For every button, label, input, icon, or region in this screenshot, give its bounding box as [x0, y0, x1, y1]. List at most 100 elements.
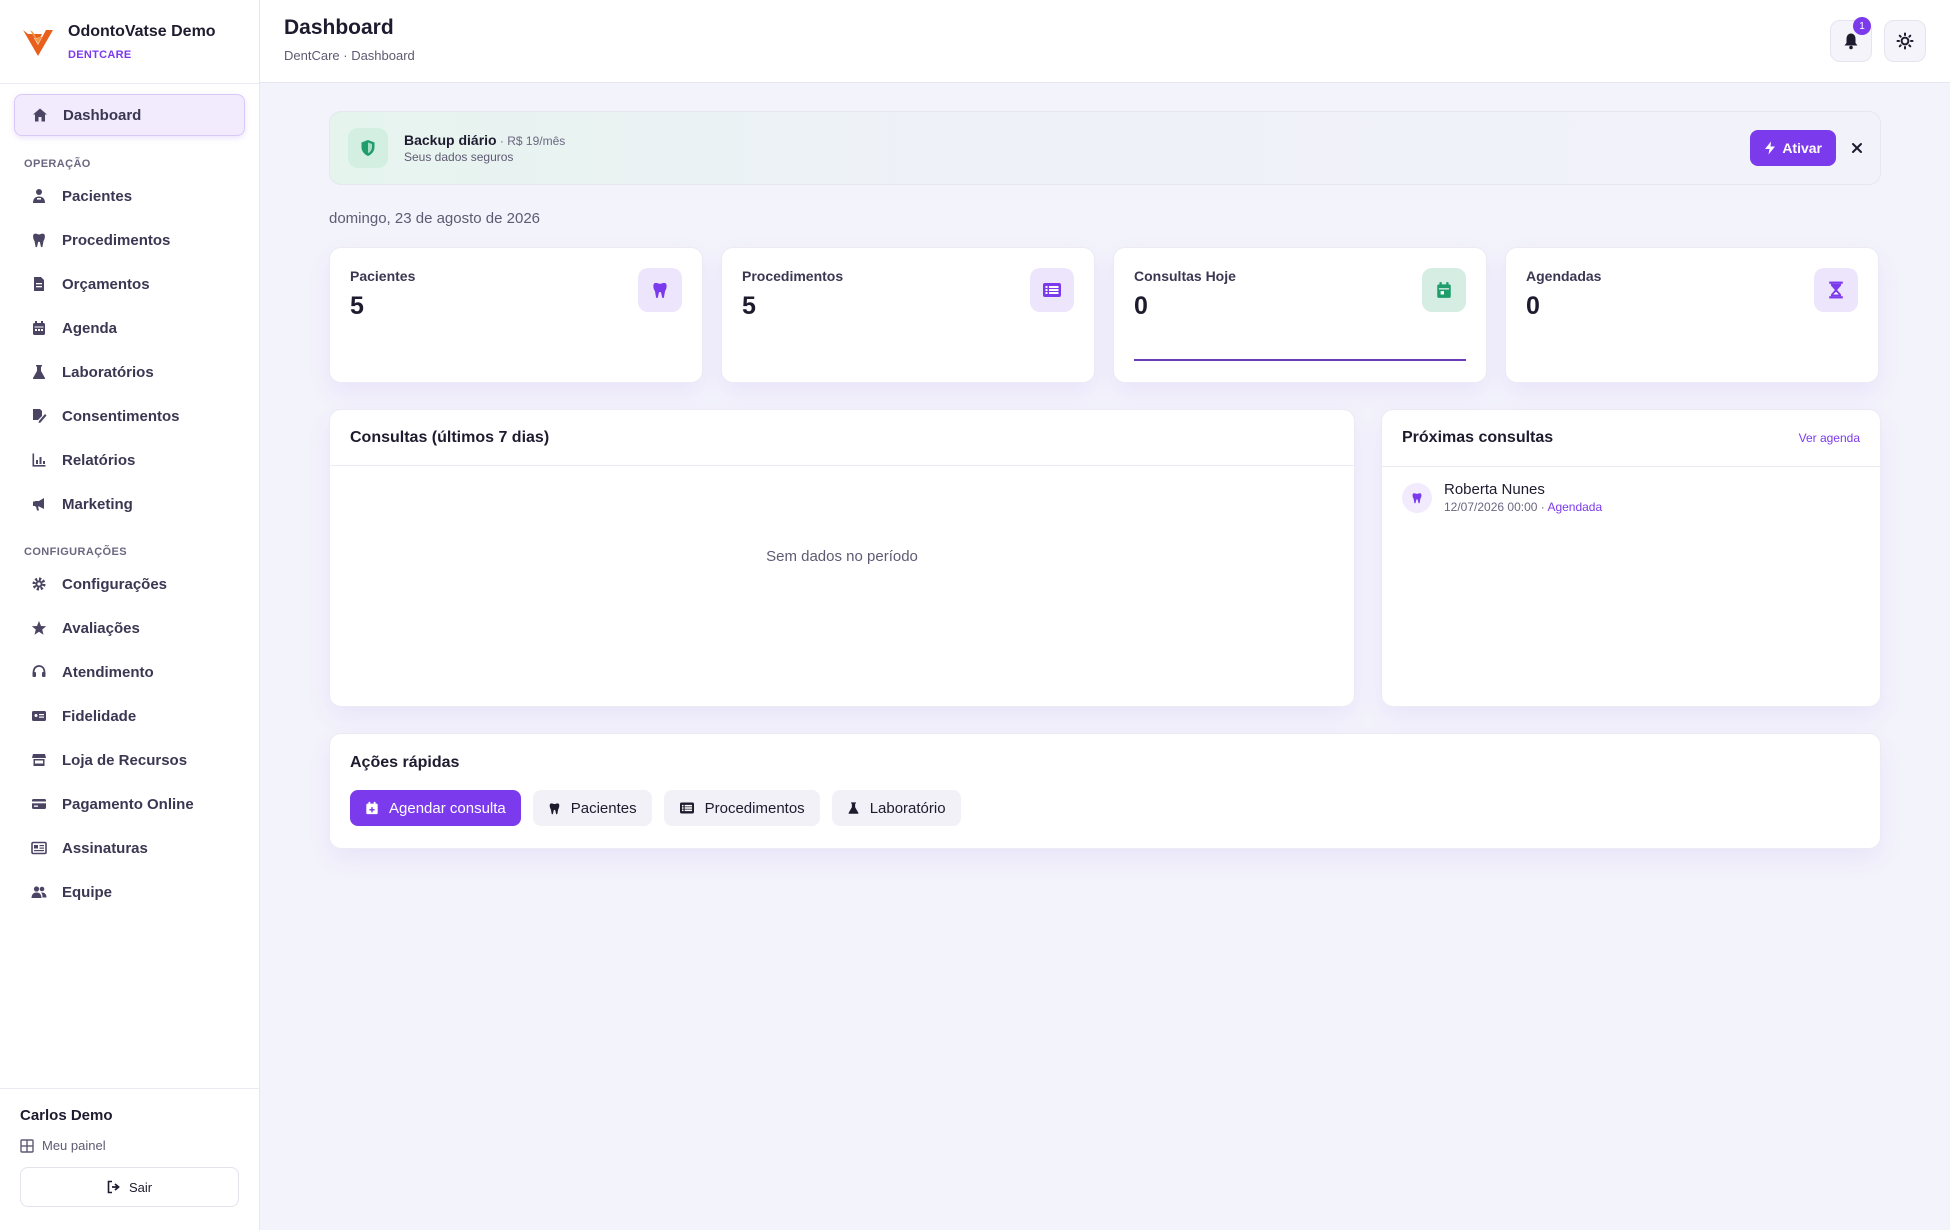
- sidebar-item-orcamentos[interactable]: Orçamentos: [14, 264, 245, 304]
- sidebar-item-dashboard[interactable]: Dashboard: [14, 94, 245, 136]
- sidebar-item-label: Relatórios: [62, 451, 136, 469]
- notification-badge: 1: [1853, 17, 1871, 35]
- sidebar-item-agenda[interactable]: Agenda: [14, 308, 245, 348]
- sidebar-item-equipe[interactable]: Equipe: [14, 872, 245, 912]
- sidebar-item-label: Assinaturas: [62, 839, 148, 857]
- credit-card-icon: [30, 795, 48, 813]
- sidebar-item-pacientes[interactable]: Pacientes: [14, 176, 245, 216]
- sun-icon: [1896, 32, 1914, 50]
- stat-value: 0: [1526, 292, 1540, 320]
- empty-state-message: Sem dados no período: [766, 548, 918, 565]
- sidebar-item-relatorios[interactable]: Relatórios: [14, 440, 245, 480]
- sidebar-item-avaliacoes[interactable]: Avaliações: [14, 608, 245, 648]
- sidebar-item-consentimentos[interactable]: Consentimentos: [14, 396, 245, 436]
- tooth-icon: [1402, 483, 1432, 513]
- sidebar-item-fidelidade[interactable]: Fidelidade: [14, 696, 245, 736]
- logout-button[interactable]: Sair: [20, 1167, 239, 1207]
- activate-button[interactable]: Ativar: [1750, 130, 1836, 166]
- next-appointments-card: Próximas consultas Ver agenda Roberta Nu…: [1381, 409, 1881, 707]
- quick-actions-card: Ações rápidas Agendar consulta Pacientes…: [329, 733, 1881, 849]
- logout-label: Sair: [128, 1179, 153, 1195]
- next-card-header: Próximas consultas Ver agenda: [1382, 410, 1880, 466]
- sidebar-item-label: Procedimentos: [62, 231, 171, 249]
- user-name: Carlos Demo: [20, 1107, 113, 1124]
- sidebar-footer: Carlos Demo Meu painel Sair: [0, 1088, 259, 1230]
- button-label: Procedimentos: [704, 799, 805, 817]
- sidebar-item-label: Orçamentos: [62, 275, 150, 293]
- appointment-meta: 12/07/2026 00:00 · Agendada: [1444, 500, 1603, 514]
- button-label: Pacientes: [570, 799, 637, 817]
- sidebar-item-label: Avaliações: [62, 619, 140, 637]
- appointment-status: Agendada: [1547, 500, 1603, 514]
- sidebar-item-label: Configurações: [62, 575, 168, 593]
- tooth-icon: [548, 802, 561, 815]
- sidebar-item-marketing[interactable]: Marketing: [14, 484, 245, 524]
- sidebar-item-label: Laboratórios: [62, 363, 154, 381]
- my-panel-label: Meu painel: [42, 1138, 106, 1153]
- banner-title: Backup diário: [404, 132, 497, 148]
- sidebar-item-procedimentos[interactable]: Procedimentos: [14, 220, 245, 260]
- stat-label: Agendadas: [1526, 268, 1602, 284]
- patients-button[interactable]: Pacientes: [532, 790, 652, 826]
- sidebar-item-assinaturas[interactable]: Assinaturas: [14, 828, 245, 868]
- button-label: Agendar consulta: [389, 799, 506, 817]
- megaphone-icon: [30, 495, 48, 513]
- schedule-appointment-button[interactable]: Agendar consulta: [350, 790, 521, 826]
- button-label: Laboratório: [869, 799, 946, 817]
- stat-card-procedimentos[interactable]: Procedimentos 5: [721, 247, 1095, 383]
- stat-value: 5: [350, 292, 364, 320]
- chart-icon: [30, 451, 48, 469]
- stat-label: Procedimentos: [742, 268, 844, 284]
- stat-card-agendadas[interactable]: Agendadas 0: [1505, 247, 1879, 383]
- stat-progress-line: [1134, 359, 1466, 361]
- brand-subtitle: DENTCARE: [68, 48, 132, 61]
- sidebar-item-label: Fidelidade: [62, 707, 137, 725]
- banner-price: · R$ 19/mês: [496, 134, 566, 148]
- sidebar-item-configuracoes[interactable]: Configurações: [14, 564, 245, 604]
- patient-icon: [30, 187, 48, 205]
- appointment-list: Roberta Nunes 12/07/2026 00:00 · Agendad…: [1382, 466, 1880, 528]
- store-icon: [30, 751, 48, 769]
- theme-toggle-button[interactable]: [1884, 20, 1926, 62]
- banner-subtitle: Seus dados seguros: [404, 150, 514, 164]
- list-icon: [679, 801, 695, 815]
- stat-card-consultas-hoje[interactable]: Consultas Hoje 0: [1113, 247, 1487, 383]
- sidebar-item-label: Pacientes: [62, 187, 133, 205]
- procedures-button[interactable]: Procedimentos: [663, 790, 820, 826]
- home-icon: [31, 106, 49, 124]
- grid-icon: [20, 1138, 34, 1153]
- notifications-button[interactable]: 1: [1830, 17, 1872, 62]
- sidebar-item-pagamento-online[interactable]: Pagamento Online: [14, 784, 245, 824]
- sidebar-item-laboratorios[interactable]: Laboratórios: [14, 352, 245, 392]
- sidebar: OdontoVatse Demo DENTCARE Dashboard OPER…: [0, 0, 260, 1230]
- bell-icon: [1844, 33, 1858, 50]
- my-panel-link[interactable]: Meu painel: [20, 1138, 239, 1153]
- appointment-item[interactable]: Roberta Nunes 12/07/2026 00:00 · Agendad…: [1382, 467, 1880, 528]
- current-date: domingo, 23 de agosto de 2026: [329, 210, 541, 227]
- gear-icon: [30, 575, 48, 593]
- flask-icon: [847, 801, 860, 815]
- sidebar-item-label: Agenda: [62, 319, 118, 337]
- logout-icon: [107, 1180, 121, 1194]
- users-icon: [30, 883, 48, 901]
- signature-icon: [30, 407, 48, 425]
- sidebar-item-atendimento[interactable]: Atendimento: [14, 652, 245, 692]
- sidebar-item-label: Loja de Recursos: [62, 751, 188, 769]
- sidebar-item-loja-de-recursos[interactable]: Loja de Recursos: [14, 740, 245, 780]
- calendar-icon: [30, 319, 48, 337]
- laboratory-button[interactable]: Laboratório: [831, 790, 961, 826]
- tooth-icon: [30, 231, 48, 249]
- stats-row: Pacientes 5 Procedimentos 5 Consultas Ho…: [329, 247, 1881, 383]
- shield-icon: [348, 128, 388, 168]
- close-icon[interactable]: [1848, 139, 1866, 157]
- calendar-plus-icon: [365, 801, 379, 815]
- quick-actions-buttons: Agendar consulta Pacientes Procedimentos…: [350, 790, 1860, 826]
- see-agenda-link[interactable]: Ver agenda: [1799, 431, 1860, 445]
- stat-card-pacientes[interactable]: Pacientes 5: [329, 247, 703, 383]
- banner-title-line: Backup diário · R$ 19/mês: [404, 132, 565, 148]
- invoice-icon: [30, 275, 48, 293]
- star-icon: [30, 619, 48, 637]
- next-card-title: Próximas consultas: [1402, 429, 1554, 446]
- stat-label: Consultas Hoje: [1134, 268, 1236, 284]
- list-icon: [1030, 268, 1074, 312]
